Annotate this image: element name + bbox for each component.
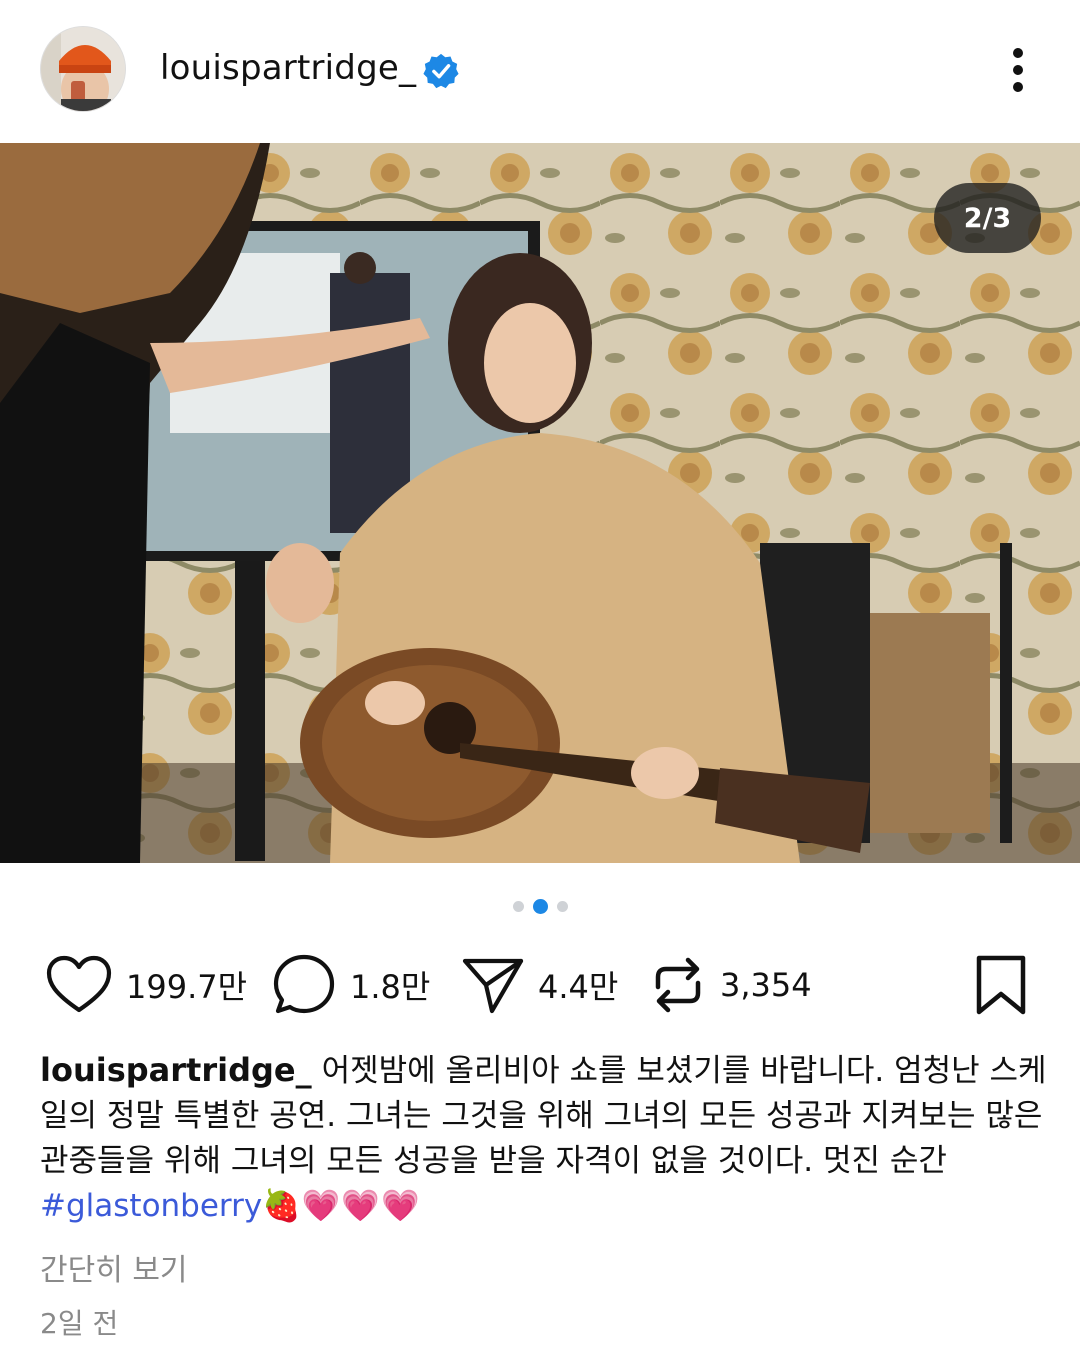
share-button[interactable]: 4.4만 — [462, 945, 618, 1025]
like-count: 199.7만 — [126, 968, 248, 1006]
carousel-dot-active — [532, 898, 548, 914]
like-button[interactable]: 199.7만 — [46, 945, 247, 1025]
post-caption: louispartridge_ 어젯밤에 올리비아 쇼를 보셨기를 바랍니다. 엄… — [40, 1048, 1050, 1229]
carousel-dot — [556, 900, 568, 912]
caption-emoji: 🍓💗💗💗 — [262, 1188, 421, 1224]
action-bar: 199.7만 1.8만 4.4만 3,354 — [0, 945, 1080, 1025]
comment-count: 1.8만 — [350, 968, 431, 1006]
show-less-link[interactable]: 간단히 보기 — [40, 1245, 188, 1289]
share-count: 4.4만 — [538, 968, 619, 1006]
repost-count: 3,354 — [720, 966, 812, 1004]
comment-icon — [273, 954, 335, 1014]
carousel-dot — [512, 900, 524, 912]
post-username[interactable]: louispartridge_ — [160, 48, 416, 88]
post-photo[interactable] — [0, 143, 1080, 863]
avatar[interactable] — [41, 27, 125, 111]
comment-button[interactable]: 1.8만 — [272, 945, 430, 1025]
hashtag-link[interactable]: #glastonberry — [40, 1188, 262, 1224]
caption-username[interactable]: louispartridge_ — [40, 1051, 312, 1089]
share-icon — [462, 958, 524, 1014]
carousel-indicator — [0, 896, 1080, 916]
verified-badge-icon — [423, 53, 459, 89]
bookmark-icon — [976, 955, 1026, 1015]
post-timestamp: 2일 전 — [40, 1307, 119, 1340]
heart-icon — [46, 955, 112, 1013]
bookmark-button[interactable] — [974, 945, 1028, 1025]
repost-button[interactable]: 3,354 — [650, 945, 812, 1025]
more-icon[interactable] — [1002, 44, 1034, 96]
post-header: louispartridge_ — [0, 0, 1080, 143]
repost-icon — [655, 957, 701, 1013]
slide-counter: 2/3 — [934, 183, 1041, 253]
